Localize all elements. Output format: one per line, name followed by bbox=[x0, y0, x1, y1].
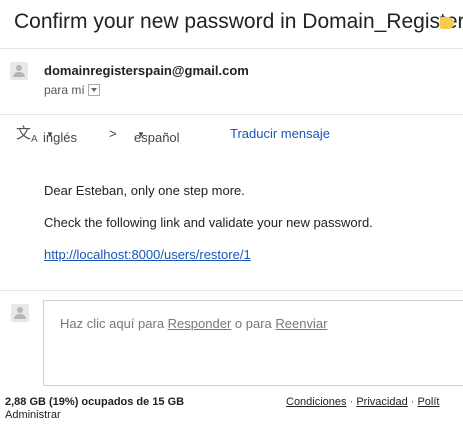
forward-link[interactable]: Reenviar bbox=[275, 316, 327, 331]
manage-storage-link[interactable]: Administrar bbox=[5, 409, 61, 421]
reply-prefix: Haz clic aquí para bbox=[60, 316, 168, 331]
translate-arrow: > bbox=[109, 126, 117, 141]
reply-middle: o para bbox=[231, 316, 276, 331]
user-avatar bbox=[11, 304, 29, 322]
reply-prompt: Haz clic aquí para Responder o para Reen… bbox=[60, 316, 327, 331]
divider bbox=[0, 114, 463, 115]
privacy-link[interactable]: Privacidad bbox=[356, 396, 407, 408]
footer-separator: · bbox=[407, 396, 418, 408]
body-link-line: http://localhost:8000/users/restore/1 bbox=[44, 247, 251, 262]
policy-link[interactable]: Polít bbox=[417, 396, 439, 408]
reply-box[interactable]: Haz clic aquí para Responder o para Reen… bbox=[43, 300, 463, 386]
label-tag-icon[interactable] bbox=[440, 17, 454, 29]
restore-password-link[interactable]: http://localhost:8000/users/restore/1 bbox=[44, 247, 251, 262]
sender-email[interactable]: domainregisterspain@gmail.com bbox=[44, 63, 249, 78]
storage-usage: 2,88 GB (19%) ocupados de 15 GB bbox=[5, 396, 185, 408]
details-dropdown-icon[interactable] bbox=[87, 84, 100, 96]
divider bbox=[0, 290, 463, 291]
caret-down-icon: ▼ bbox=[137, 130, 145, 139]
sender-avatar[interactable] bbox=[10, 62, 28, 80]
footer-links: Condiciones · Privacidad · Polít bbox=[286, 396, 439, 408]
recipient-label: para mí bbox=[44, 83, 85, 97]
reply-link[interactable]: Responder bbox=[168, 316, 232, 331]
terms-link[interactable]: Condiciones bbox=[286, 396, 347, 408]
translate-message-link[interactable]: Traducir mensaje bbox=[230, 126, 330, 141]
divider bbox=[0, 48, 463, 49]
footer-separator: · bbox=[346, 396, 357, 408]
email-subject: Confirm your new password in Domain_Regi… bbox=[14, 10, 463, 33]
translate-icon: 文A bbox=[16, 125, 38, 145]
body-instruction: Check the following link and validate yo… bbox=[44, 215, 373, 230]
body-greeting: Dear Esteban, only one step more. bbox=[44, 183, 245, 198]
caret-down-icon: ▼ bbox=[46, 130, 54, 139]
recipient-line: para mí bbox=[44, 83, 100, 97]
